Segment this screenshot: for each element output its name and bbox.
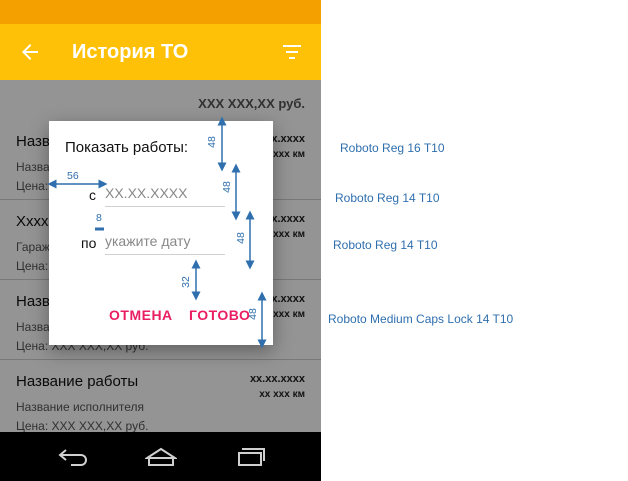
from-label: с (89, 187, 96, 203)
spec-dim-buttons: 48 (246, 308, 259, 320)
spec-note-button-font: Roboto Medium Caps Lock 14 T10 (328, 312, 514, 326)
filter-icon[interactable] (281, 42, 303, 62)
to-label: по (81, 235, 97, 251)
from-date-field[interactable]: XX.XX.XXXX (105, 185, 225, 207)
nav-home-icon[interactable] (145, 446, 177, 468)
phone-screen: История ТО XXX XXX,XX руб. Название рабо… (0, 0, 321, 481)
to-date-field[interactable]: укажите дату (105, 233, 225, 255)
spec-dim-from-row: 48 (220, 181, 233, 193)
nav-recents-icon[interactable] (234, 446, 266, 468)
spec-dim-spacing: 32 (179, 276, 192, 288)
spec-dim-title-height: 48 (205, 136, 218, 148)
status-bar (0, 0, 321, 24)
spec-canvas: История ТО XXX XXX,XX руб. Название рабо… (0, 0, 628, 481)
spec-dim-label-indent: 56 (67, 170, 79, 182)
spec-dim-gap: 8 (96, 212, 102, 224)
app-bar: История ТО (0, 24, 321, 80)
page-title: История ТО (72, 41, 189, 63)
arrow-back-icon[interactable] (18, 40, 42, 64)
spec-note-title-font: Roboto Reg 16 T10 (340, 141, 445, 155)
spec-note-to-font: Roboto Reg 14 T10 (333, 238, 438, 252)
nav-back-icon[interactable] (57, 446, 89, 468)
system-nav-bar (0, 432, 321, 481)
spec-note-from-font: Roboto Reg 14 T10 (335, 191, 440, 205)
spec-dim-to-row: 48 (234, 232, 247, 244)
done-button[interactable]: ГОТОВО (189, 307, 250, 323)
cancel-button[interactable]: ОТМЕНА (109, 307, 173, 323)
dialog-title: Показать работы: (65, 139, 189, 156)
